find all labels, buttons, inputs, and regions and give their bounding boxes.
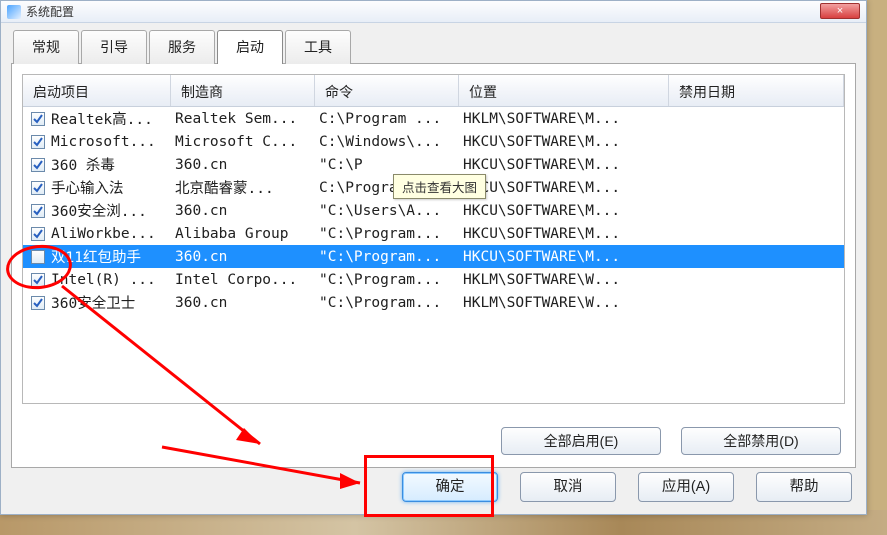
apply-button[interactable]: 应用(A) bbox=[638, 472, 734, 502]
tab-services[interactable]: 服务 bbox=[149, 30, 215, 64]
cell-manufacturer: 360.cn bbox=[175, 157, 319, 173]
cell-item: Intel(R) ... bbox=[51, 272, 175, 288]
disable-all-button[interactable]: 全部禁用(D) bbox=[681, 427, 841, 455]
table-row[interactable]: AliWorkbe...Alibaba Group"C:\Program...H… bbox=[23, 222, 844, 245]
row-checkbox[interactable] bbox=[31, 204, 45, 218]
startup-listview[interactable]: 启动项目 制造商 命令 位置 禁用日期 Realtek高...Realtek S… bbox=[22, 74, 845, 404]
column-item[interactable]: 启动项目 bbox=[23, 75, 171, 106]
row-checkbox[interactable] bbox=[31, 158, 45, 172]
table-row[interactable]: Intel(R) ...Intel Corpo..."C:\Program...… bbox=[23, 268, 844, 291]
cell-command: "C:\Users\A... bbox=[319, 203, 463, 219]
listview-header: 启动项目 制造商 命令 位置 禁用日期 bbox=[23, 75, 844, 107]
cell-manufacturer: 360.cn bbox=[175, 249, 319, 265]
tab-boot[interactable]: 引导 bbox=[81, 30, 147, 64]
column-command[interactable]: 命令 bbox=[315, 75, 459, 106]
enable-all-button[interactable]: 全部启用(E) bbox=[501, 427, 661, 455]
tab-tools[interactable]: 工具 bbox=[285, 30, 351, 64]
table-row[interactable]: 360 杀毒360.cn"C:\PHKCU\SOFTWARE\M... bbox=[23, 153, 844, 176]
tab-startup[interactable]: 启动 bbox=[217, 30, 283, 64]
cell-location: HKLM\SOFTWARE\W... bbox=[463, 272, 673, 288]
cell-item: 360安全卫士 bbox=[51, 292, 175, 313]
cell-location: HKCU\SOFTWARE\M... bbox=[463, 203, 673, 219]
cell-command: "C:\Program... bbox=[319, 249, 463, 265]
cell-location: HKCU\SOFTWARE\M... bbox=[463, 249, 673, 265]
titlebar: 系统配置 × bbox=[1, 1, 866, 23]
listview-body: Realtek高...Realtek Sem...C:\Program ...H… bbox=[23, 107, 844, 314]
cell-location: HKCU\SOFTWARE\M... bbox=[463, 226, 673, 242]
tabstrip: 常规 引导 服务 启动 工具 bbox=[13, 30, 856, 64]
row-checkbox[interactable] bbox=[31, 250, 45, 264]
cell-command: "C:\P bbox=[319, 157, 463, 173]
row-checkbox[interactable] bbox=[31, 296, 45, 310]
column-location[interactable]: 位置 bbox=[459, 75, 669, 106]
table-row[interactable]: 360安全卫士360.cn"C:\Program...HKLM\SOFTWARE… bbox=[23, 291, 844, 314]
app-icon bbox=[7, 5, 21, 19]
row-checkbox[interactable] bbox=[31, 112, 45, 126]
row-checkbox[interactable] bbox=[31, 135, 45, 149]
column-disabled-date[interactable]: 禁用日期 bbox=[669, 75, 844, 106]
row-checkbox[interactable] bbox=[31, 181, 45, 195]
cell-item: 手心输入法 bbox=[51, 177, 175, 198]
close-button[interactable]: × bbox=[820, 3, 860, 19]
window-title: 系统配置 bbox=[26, 3, 74, 20]
row-checkbox[interactable] bbox=[31, 273, 45, 287]
cell-command: "C:\Program... bbox=[319, 295, 463, 311]
cell-command: "C:\Program... bbox=[319, 272, 463, 288]
table-row[interactable]: Microsoft...Microsoft C...C:\Windows\...… bbox=[23, 130, 844, 153]
cell-item: AliWorkbe... bbox=[51, 226, 175, 242]
table-row[interactable]: 360安全浏...360.cn"C:\Users\A...HKCU\SOFTWA… bbox=[23, 199, 844, 222]
column-manufacturer[interactable]: 制造商 bbox=[171, 75, 315, 106]
cancel-button[interactable]: 取消 bbox=[520, 472, 616, 502]
cell-item: Microsoft... bbox=[51, 134, 175, 150]
cell-location: HKLM\SOFTWARE\W... bbox=[463, 295, 673, 311]
cell-location: HKLM\SOFTWARE\M... bbox=[463, 111, 673, 127]
cell-manufacturer: Intel Corpo... bbox=[175, 272, 319, 288]
msconfig-window: 系统配置 × 常规 引导 服务 启动 工具 启动项目 制造商 命令 位置 禁用日… bbox=[0, 0, 867, 515]
cell-item: 360安全浏... bbox=[51, 200, 175, 221]
cell-command: C:\Program ... bbox=[319, 111, 463, 127]
table-row[interactable]: 双11红包助手360.cn"C:\Program...HKCU\SOFTWARE… bbox=[23, 245, 844, 268]
table-row[interactable]: Realtek高...Realtek Sem...C:\Program ...H… bbox=[23, 107, 844, 130]
help-button[interactable]: 帮助 bbox=[756, 472, 852, 502]
cell-command: C:\Windows\... bbox=[319, 134, 463, 150]
cell-item: 360 杀毒 bbox=[51, 154, 175, 175]
cell-manufacturer: Realtek Sem... bbox=[175, 111, 319, 127]
cell-manufacturer: 360.cn bbox=[175, 295, 319, 311]
cell-location: HKCU\SOFTWARE\M... bbox=[463, 180, 673, 196]
cell-command: "C:\Program... bbox=[319, 226, 463, 242]
tabpage-startup: 启动项目 制造商 命令 位置 禁用日期 Realtek高...Realtek S… bbox=[11, 63, 856, 468]
cell-location: HKCU\SOFTWARE\M... bbox=[463, 157, 673, 173]
ok-button[interactable]: 确定 bbox=[402, 472, 498, 502]
tab-general[interactable]: 常规 bbox=[13, 30, 79, 64]
cell-item: 双11红包助手 bbox=[51, 246, 175, 267]
row-checkbox[interactable] bbox=[31, 227, 45, 241]
cell-manufacturer: 北京酷睿蒙... bbox=[175, 177, 319, 198]
cell-manufacturer: Microsoft C... bbox=[175, 134, 319, 150]
cell-manufacturer: Alibaba Group bbox=[175, 226, 319, 242]
cell-item: Realtek高... bbox=[51, 108, 175, 129]
tooltip: 点击查看大图 bbox=[393, 174, 486, 199]
cell-manufacturer: 360.cn bbox=[175, 203, 319, 219]
cell-location: HKCU\SOFTWARE\M... bbox=[463, 134, 673, 150]
